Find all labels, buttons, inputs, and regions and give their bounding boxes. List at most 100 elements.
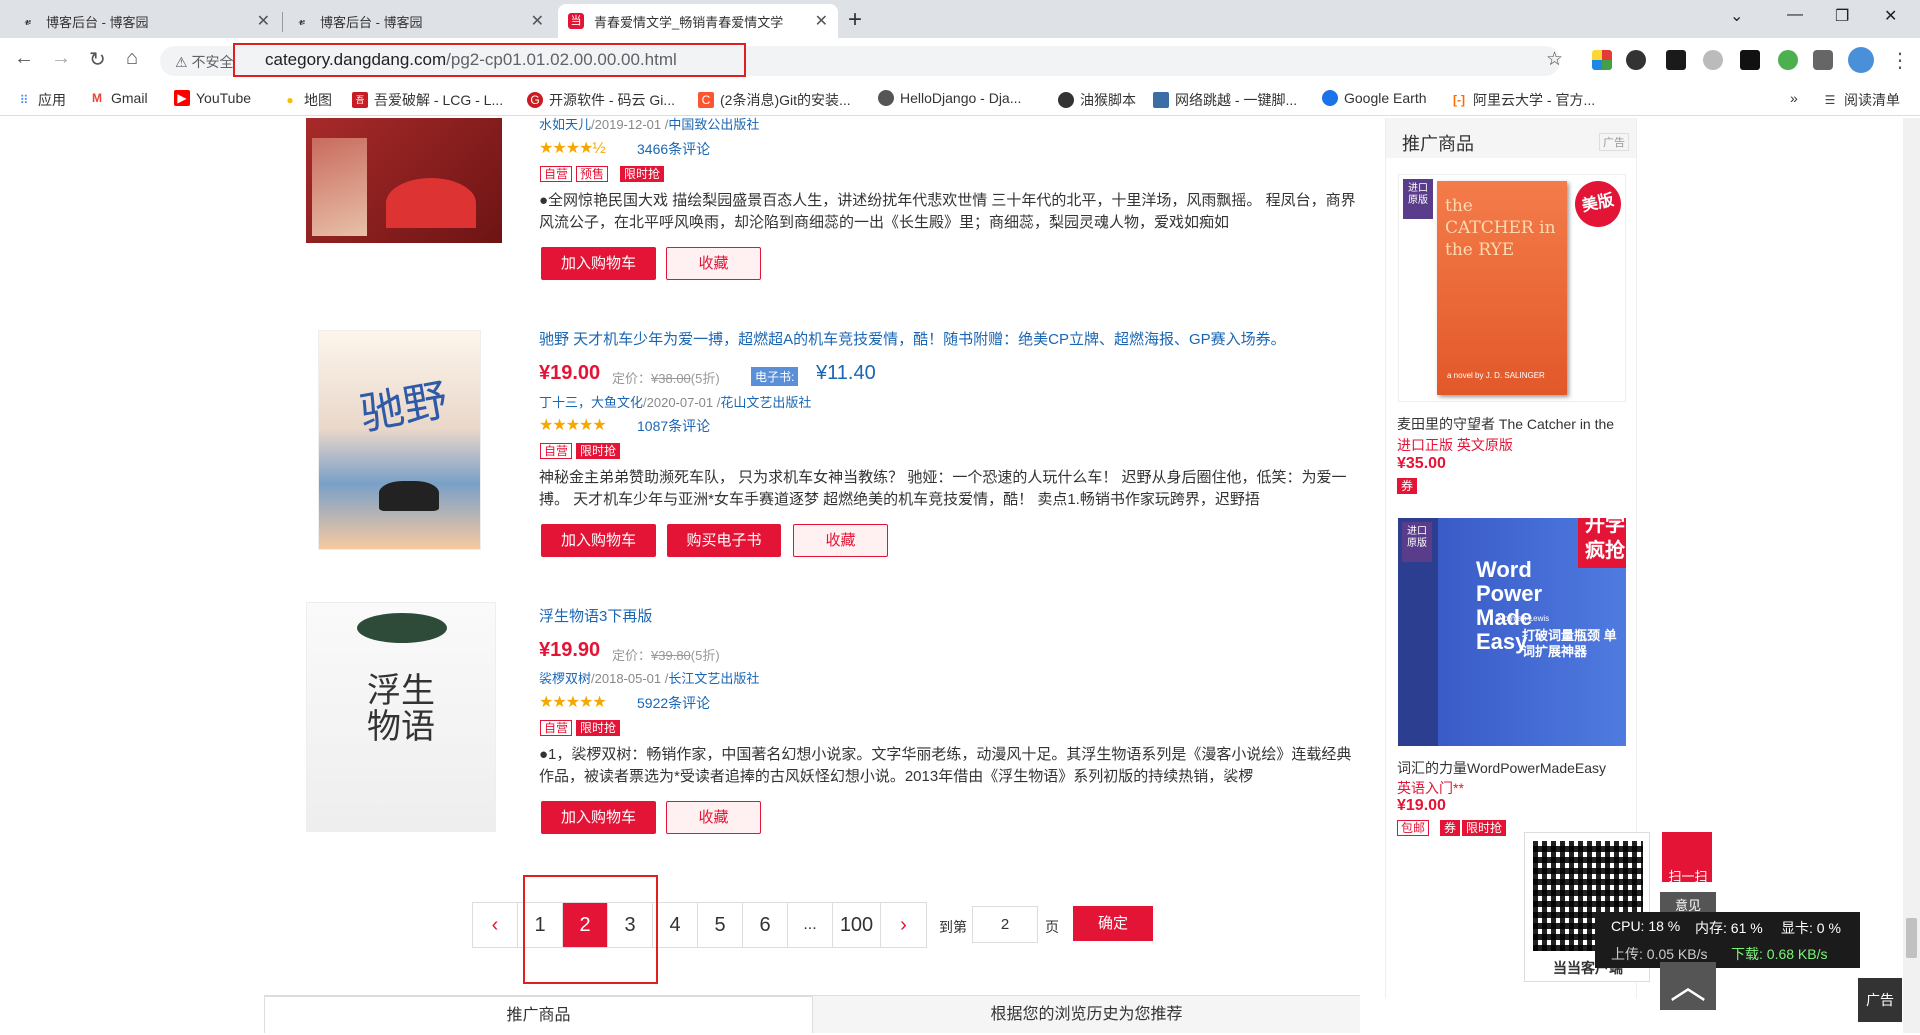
publisher-link[interactable]: 花山文艺出版社 bbox=[720, 395, 811, 410]
bookmark-aliyun[interactable]: [-] 阿里云大学 - 官方... bbox=[1451, 90, 1595, 110]
bookmark-network[interactable]: 网络跳越 - 一键脚... bbox=[1153, 90, 1297, 110]
page-4-button[interactable]: 4 bbox=[653, 903, 698, 947]
product-description: ●1，裟椤双树：畅销作家，中国著名幻想小说家。文字华丽老练，动漫风十足。其浮生物… bbox=[539, 746, 1352, 785]
add-to-cart-button[interactable]: 加入购物车 bbox=[541, 247, 656, 280]
tab-title: 博客后台 - 博客园 bbox=[320, 14, 423, 30]
new-tab-plus-icon[interactable]: + bbox=[848, 6, 862, 34]
bookmark-52pojie[interactable]: 吾吾爱破解 - LCG - L... bbox=[352, 90, 503, 110]
close-icon[interactable]: ✕ bbox=[257, 11, 270, 31]
bookmark-label: 应用 bbox=[38, 92, 66, 108]
back-arrow-icon[interactable]: ← bbox=[14, 47, 34, 70]
close-icon[interactable]: ✕ bbox=[815, 11, 828, 31]
review-count-link[interactable]: 3466条评论 bbox=[637, 139, 710, 159]
page-5-button[interactable]: 5 bbox=[698, 903, 743, 947]
book-cover-3[interactable]: 浮生物语 bbox=[306, 602, 496, 832]
bookmark-label: 地图 bbox=[304, 92, 332, 108]
tab-promoted-products[interactable]: 推广商品 bbox=[264, 996, 813, 1033]
tab-cnblogs-1[interactable]: 𝓿 博客后台 - 博客园 ✕ bbox=[10, 4, 280, 38]
tab-browse-history-recommend[interactable]: 根据您的浏览历史为您推荐 bbox=[813, 996, 1360, 1033]
product-title-link[interactable]: 浮生物语3下再版 bbox=[539, 605, 652, 626]
add-to-cart-button[interactable]: 加入购物车 bbox=[541, 801, 656, 834]
publisher-link[interactable]: 长江文艺出版社 bbox=[668, 671, 759, 686]
forward-arrow-icon[interactable]: → bbox=[51, 47, 71, 70]
list-price: 定价：¥38.00(5折) bbox=[612, 368, 720, 387]
bookmark-gmail[interactable]: M Gmail bbox=[89, 90, 148, 106]
bookmark-label: Gmail bbox=[111, 90, 148, 106]
tab-dangdang[interactable]: 当 青春爱情文学_畅销青春爱情文学 ✕ bbox=[558, 4, 838, 38]
maximize-icon[interactable]: ❐ bbox=[1835, 6, 1849, 26]
buy-ebook-button[interactable]: 购买电子书 bbox=[667, 524, 781, 557]
security-indicator[interactable]: ⚠ 不安全 bbox=[175, 52, 233, 72]
product-2-meta: 丁十三，大鱼文化/2020-07-01 /花山文艺出版社 bbox=[539, 392, 811, 411]
tab-cnblogs-2[interactable]: 𝓿 博客后台 - 博客园 ✕ bbox=[284, 4, 554, 38]
page-100-button[interactable]: 100 bbox=[833, 903, 881, 947]
sidebar-item-price: ¥19.00 bbox=[1397, 797, 1446, 814]
sidebar-book-cover-2[interactable]: Word Power Made Easy Norman Lewis 打破词量瓶颈… bbox=[1398, 518, 1626, 746]
next-page-button[interactable]: › bbox=[881, 903, 926, 947]
author-link[interactable]: 丁十三，大鱼文化 bbox=[539, 395, 643, 410]
tag-flash-sale: 限时抢 bbox=[576, 443, 621, 459]
cover-art bbox=[357, 613, 447, 643]
x-extension-icon[interactable] bbox=[1666, 50, 1686, 70]
minimize-icon[interactable]: — bbox=[1787, 6, 1803, 24]
pub-date: /2019-12-01 / bbox=[591, 117, 669, 132]
profile-avatar[interactable] bbox=[1848, 47, 1874, 73]
bookmark-label: Google Earth bbox=[1344, 90, 1427, 106]
product-title-link[interactable]: 驰野 天才机车少年为爱一搏，超燃超A的机车竞技爱情，酷！随书附赠：绝美CP立牌、… bbox=[539, 328, 1286, 349]
tampermonkey-extension-icon[interactable] bbox=[1740, 50, 1760, 70]
back-to-top-chevron-icon[interactable]: ︿ bbox=[1660, 962, 1716, 1010]
review-count-link[interactable]: 1087条评论 bbox=[637, 416, 710, 436]
tab-search-chevron-icon[interactable]: ⌄ bbox=[1730, 6, 1743, 26]
bookmarks-overflow[interactable]: » bbox=[1790, 90, 1798, 106]
favorite-button[interactable]: 收藏 bbox=[666, 247, 761, 280]
bookmark-hellodjango[interactable]: HelloDjango - Dja... bbox=[878, 90, 1021, 106]
ad-button[interactable]: 广告 bbox=[1858, 978, 1902, 1022]
bookmark-tampermonkey[interactable]: 油猴脚本 bbox=[1058, 90, 1136, 110]
globe-extension-icon[interactable] bbox=[1778, 50, 1798, 70]
infinity-extension-icon[interactable] bbox=[1626, 50, 1646, 70]
confirm-goto-button[interactable]: 确定 bbox=[1073, 906, 1153, 941]
address-url[interactable]: category.dangdang.com/pg2-cp01.01.02.00.… bbox=[265, 50, 677, 70]
bookmark-apps[interactable]: ⠿ 应用 bbox=[16, 90, 66, 110]
reload-icon[interactable]: ↻ bbox=[89, 47, 106, 72]
favorite-button[interactable]: 收藏 bbox=[793, 524, 888, 557]
review-count-link[interactable]: 5922条评论 bbox=[637, 693, 710, 713]
scan-button[interactable]: 扫一扫 bbox=[1660, 832, 1716, 892]
prev-page-button[interactable]: ‹ bbox=[473, 903, 518, 947]
book-cover-2[interactable]: 驰野 bbox=[318, 330, 481, 550]
bookmark-csdn[interactable]: C (2条消息)Git的安装... bbox=[698, 90, 851, 110]
sidebar-item-name[interactable]: 词汇的力量WordPowerMadeEasy bbox=[1397, 758, 1627, 778]
puzzle-extensions-icon[interactable] bbox=[1813, 50, 1833, 70]
favorite-button[interactable]: 收藏 bbox=[666, 801, 761, 834]
bookmark-label: 阿里云大学 - 官方... bbox=[1473, 92, 1596, 108]
tag-self-operated: 自营 bbox=[540, 166, 573, 182]
home-icon[interactable]: ⌂ bbox=[126, 47, 138, 70]
window-close-icon[interactable]: ✕ bbox=[1884, 6, 1897, 26]
bookmark-google-earth[interactable]: Google Earth bbox=[1322, 90, 1427, 106]
bookmark-youtube[interactable]: ▶ YouTube bbox=[174, 90, 251, 106]
sidebar-book-cover-1[interactable]: the CATCHER in the RYE a novel by J. D. … bbox=[1398, 174, 1626, 402]
page-6-button[interactable]: 6 bbox=[743, 903, 788, 947]
add-to-cart-button[interactable]: 加入购物车 bbox=[541, 524, 656, 557]
author-link[interactable]: 水如天儿 bbox=[539, 117, 591, 132]
publisher-link[interactable]: 中国致公出版社 bbox=[668, 117, 759, 132]
color-picker-extension-icon[interactable] bbox=[1592, 50, 1612, 70]
gpu-usage: 显卡: 0 % bbox=[1781, 920, 1841, 936]
goto-page-input[interactable]: 2 bbox=[972, 906, 1038, 943]
bookmark-maps[interactable]: ● 地图 bbox=[282, 90, 332, 110]
edition-badge: 美版 bbox=[1570, 176, 1625, 232]
book-cover-1[interactable] bbox=[306, 118, 502, 243]
dangdang-favicon-icon: 当 bbox=[568, 13, 584, 29]
sidebar-item-name[interactable]: 麦田里的守望者 The Catcher in the bbox=[1397, 414, 1627, 434]
page-scrollbar[interactable] bbox=[1903, 118, 1920, 1033]
bookmark-gitee[interactable]: G 开源软件 - 码云 Gi... bbox=[527, 90, 675, 110]
author-link[interactable]: 裟椤双树 bbox=[539, 671, 591, 686]
more-menu-icon[interactable]: ⋮ bbox=[1890, 48, 1910, 73]
bookmark-star-icon[interactable]: ☆ bbox=[1546, 48, 1563, 71]
close-icon[interactable]: ✕ bbox=[531, 11, 544, 31]
scrollbar-thumb[interactable] bbox=[1906, 918, 1917, 958]
recommend-tabs: 推广商品 根据您的浏览历史为您推荐 bbox=[264, 995, 1360, 1033]
reading-list[interactable]: ☰ 阅读清单 bbox=[1822, 90, 1900, 110]
gray-extension-icon[interactable] bbox=[1703, 50, 1723, 70]
download-speed: 下载: 0.68 KB/s bbox=[1731, 946, 1828, 962]
